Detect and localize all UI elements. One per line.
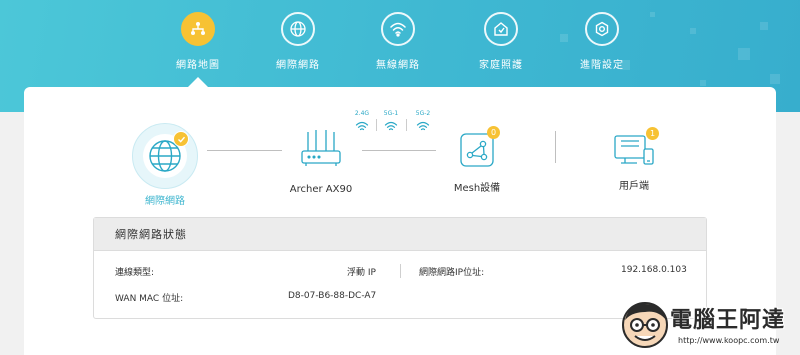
wifi-icon (416, 121, 430, 131)
nav-label: 進階設定 (580, 60, 624, 71)
active-nav-pointer (188, 77, 208, 87)
nav-item-wireless[interactable]: 無線網路 (353, 12, 443, 71)
connection-type-value: 浮動 IP (347, 268, 376, 278)
wan-mac-value: D8-07-B6-88-DC-A7 (288, 291, 377, 301)
connection-line (362, 150, 436, 151)
home-care-icon (484, 12, 518, 46)
network-map-icon (181, 12, 215, 46)
clients-label: 用戶端 (619, 181, 649, 192)
router-icon (301, 130, 341, 166)
band-label: 5G-1 (383, 110, 399, 117)
band-label: 5G-2 (415, 110, 431, 117)
topology-clients[interactable]: 1 用戶端 (604, 127, 664, 192)
band-2g-indicator: 2.4G (351, 110, 373, 136)
nav-item-internet[interactable]: 網際網路 (253, 12, 343, 71)
connected-check-icon (173, 131, 189, 147)
watermark-text: 電腦王阿達 (670, 308, 786, 333)
nav-label: 無線網路 (376, 60, 420, 71)
divider (400, 264, 401, 278)
nav-label: 網際網路 (276, 60, 320, 71)
band-5g1-indicator: 5G-1 (380, 110, 402, 136)
internet-status-panel: 網際網路狀態 連線類型: 浮動 IP 網際網路IP位址: 192.168.0.1… (93, 217, 707, 319)
nav-label: 家庭照護 (479, 60, 523, 71)
band-label: 2.4G (354, 110, 370, 117)
wifi-icon (381, 12, 415, 46)
gear-icon (585, 12, 619, 46)
topology-mesh[interactable]: 0 Mesh設備 (447, 126, 507, 194)
nav-item-network-map[interactable]: 網路地圖 (153, 12, 243, 71)
nav-label: 網路地圖 (176, 60, 220, 71)
internet-node-ring (132, 123, 198, 189)
connection-line (207, 150, 282, 151)
internet-ip-value: 192.168.0.103 (621, 265, 687, 275)
divider (406, 119, 407, 131)
status-panel-title: 網際網路狀態 (94, 218, 706, 251)
mascot-face-icon (622, 302, 668, 348)
nav-item-advanced[interactable]: 進階設定 (557, 12, 647, 71)
divider (555, 131, 556, 163)
watermark-logo: 電腦王阿達 http://www.koopc.com.tw (618, 296, 796, 354)
connection-type-label: 連線類型: (115, 268, 155, 278)
router-label: Archer AX90 (289, 184, 353, 195)
wifi-icon (355, 121, 369, 131)
internet-ip-label: 網際網路IP位址: (419, 268, 485, 278)
mesh-count-badge: 0 (487, 126, 500, 139)
clients-count-badge: 1 (646, 127, 659, 140)
watermark-url: http://www.koopc.com.tw (678, 336, 780, 345)
band-5g2-indicator: 5G-2 (412, 110, 434, 136)
topology-router[interactable]: Archer AX90 (286, 129, 356, 195)
internet-label: 網際網路 (145, 196, 185, 207)
main-nav: 網路地圖 網際網路 無線網路 家庭照護 進階設定 (0, 12, 800, 76)
wan-mac-label: WAN MAC 位址: (115, 294, 184, 304)
wifi-icon (384, 121, 398, 131)
divider (376, 119, 377, 131)
mesh-label: Mesh設備 (453, 183, 501, 194)
nav-item-home-care[interactable]: 家庭照護 (456, 12, 546, 71)
topology-internet[interactable]: 網際網路 (132, 123, 198, 207)
globe-icon (281, 12, 315, 46)
